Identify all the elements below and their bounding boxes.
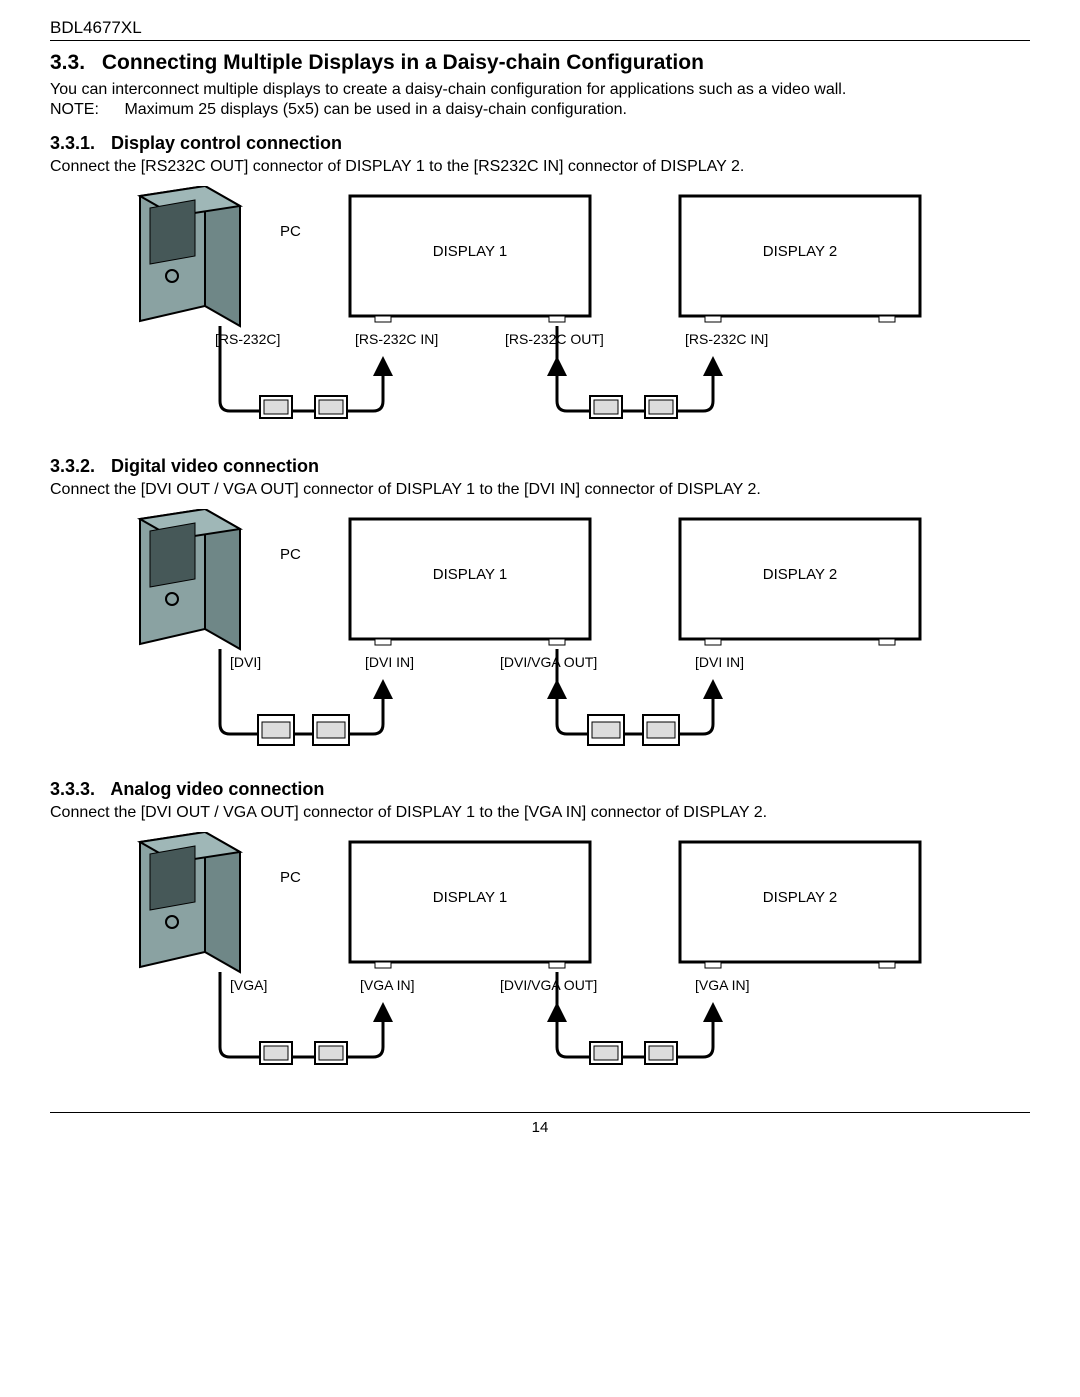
d1-in-label: [RS-232C IN] xyxy=(355,331,438,347)
d2-in-label: [VGA IN] xyxy=(695,977,749,993)
display-1-label: DISPLAY 1 xyxy=(433,243,508,260)
d1-in-label: [DVI IN] xyxy=(365,654,414,670)
subsection-3-title-text: Analog video connection xyxy=(110,779,324,799)
diagram-1: PC DISPLAY 1 DISPLAY 2 [RS-232C] [RS-232… xyxy=(110,186,1030,436)
d1-out-label: [DVI/VGA OUT] xyxy=(500,654,597,670)
d2-in-label: [RS-232C IN] xyxy=(685,331,768,347)
section-title: 3.3. Connecting Multiple Displays in a D… xyxy=(50,51,1030,75)
d1-out-label: [RS-232C OUT] xyxy=(505,331,604,347)
page-number: 14 xyxy=(532,1119,549,1136)
subsection-1-number: 3.3.1. xyxy=(50,133,106,154)
display-2-label: DISPLAY 2 xyxy=(763,243,838,260)
section-intro: You can interconnect multiple displays t… xyxy=(50,81,1030,99)
d2-in-label: [DVI IN] xyxy=(695,654,744,670)
pc-port-label: [DVI] xyxy=(230,654,261,670)
pc-port-label: [RS-232C] xyxy=(215,331,280,347)
note-label: NOTE: xyxy=(50,101,120,119)
subsection-2-title: 3.3.2. Digital video connection xyxy=(50,456,1030,477)
subsection-1-title: 3.3.1. Display control connection xyxy=(50,133,1030,154)
section-note: NOTE: Maximum 25 displays (5x5) can be u… xyxy=(50,101,1030,119)
subsection-3-number: 3.3.3. xyxy=(50,779,106,800)
pc-port-label: [VGA] xyxy=(230,977,267,993)
subsection-3-title: 3.3.3. Analog video connection xyxy=(50,779,1030,800)
model-header: BDL4677XL xyxy=(50,18,1030,41)
pc-label: PC xyxy=(280,869,301,886)
subsection-2-title-text: Digital video connection xyxy=(111,456,319,476)
pc-label: PC xyxy=(280,223,301,240)
display-1-label: DISPLAY 1 xyxy=(433,566,508,583)
subsection-1-title-text: Display control connection xyxy=(111,133,342,153)
subsection-2-desc: Connect the [DVI OUT / VGA OUT] connecto… xyxy=(50,481,1030,499)
diagram-3: PC DISPLAY 1 DISPLAY 2 [VGA] [VGA IN] [D… xyxy=(110,832,1030,1082)
subsection-3-desc: Connect the [DVI OUT / VGA OUT] connecto… xyxy=(50,804,1030,822)
page-footer: 14 xyxy=(50,1112,1030,1136)
display-2-label: DISPLAY 2 xyxy=(763,889,838,906)
note-text: Maximum 25 displays (5x5) can be used in… xyxy=(124,101,626,118)
pc-tower-icon xyxy=(140,832,240,972)
pc-label: PC xyxy=(280,546,301,563)
display-1-label: DISPLAY 1 xyxy=(433,889,508,906)
section-number: 3.3. xyxy=(50,51,96,75)
subsection-2-number: 3.3.2. xyxy=(50,456,106,477)
d1-out-label: [DVI/VGA OUT] xyxy=(500,977,597,993)
diagram-2: PC DISPLAY 1 DISPLAY 2 [DVI] [DVI IN] [D… xyxy=(110,509,1030,759)
pc-tower-icon xyxy=(140,186,240,326)
d1-in-label: [VGA IN] xyxy=(360,977,414,993)
subsection-1-desc: Connect the [RS232C OUT] connector of DI… xyxy=(50,158,1030,176)
pc-tower-icon xyxy=(140,509,240,649)
display-2-label: DISPLAY 2 xyxy=(763,566,838,583)
section-title-text: Connecting Multiple Displays in a Daisy-… xyxy=(102,51,704,74)
